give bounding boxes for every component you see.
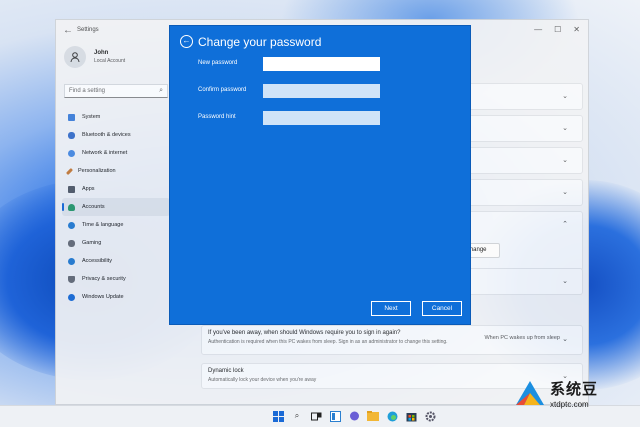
sidebar-item-label: Gaming bbox=[82, 240, 102, 246]
sidebar-item-label: System bbox=[82, 114, 101, 120]
gamepad-icon bbox=[68, 239, 75, 247]
password-hint-label: Password hint bbox=[198, 114, 236, 120]
chevron-down-icon: ⌄ bbox=[562, 93, 568, 100]
signin-requirement-select[interactable]: When PC wakes up from sleep bbox=[484, 335, 560, 341]
watermark-url: xtdptc.com bbox=[550, 399, 589, 409]
sidebar-item-time-language[interactable]: Time & language bbox=[62, 216, 170, 234]
edge-browser-icon[interactable] bbox=[386, 410, 398, 422]
watermark-name: 系统豆 bbox=[550, 380, 599, 398]
new-password-input[interactable] bbox=[263, 57, 380, 71]
minimize-button[interactable]: — bbox=[534, 25, 542, 34]
search-placeholder: Find a setting bbox=[69, 88, 106, 94]
sidebar-item-personalization[interactable]: Personalization bbox=[62, 162, 170, 180]
windows-start-icon[interactable] bbox=[272, 410, 284, 422]
watermark: 系统豆 xtdptc.com bbox=[512, 377, 598, 409]
next-button[interactable]: Next bbox=[371, 301, 411, 316]
sidebar-item-label: Bluetooth & devices bbox=[82, 132, 131, 138]
chevron-up-icon: ⌃ bbox=[562, 221, 568, 228]
sidebar-item-label: Network & internet bbox=[82, 150, 128, 156]
sidebar-item-label: Personalization bbox=[78, 168, 116, 174]
update-icon bbox=[68, 293, 75, 301]
accessibility-icon bbox=[68, 257, 75, 265]
sidebar-nav: System Bluetooth & devices Network & int… bbox=[62, 108, 170, 306]
chevron-down-icon: ⌄ bbox=[562, 278, 568, 285]
sidebar-item-label: Apps bbox=[82, 186, 95, 192]
user-profile: John Local Account bbox=[64, 46, 125, 68]
user-name: John bbox=[94, 50, 109, 56]
chevron-down-icon: ⌄ bbox=[562, 157, 568, 164]
sidebar-item-accessibility[interactable]: Accessibility bbox=[62, 252, 170, 270]
search-input[interactable]: Find a setting ⌕ bbox=[64, 84, 168, 98]
widgets-icon[interactable] bbox=[329, 410, 341, 422]
sidebar-item-label: Windows Update bbox=[82, 294, 124, 300]
chat-icon[interactable] bbox=[348, 410, 360, 422]
sidebar-item-system[interactable]: System bbox=[62, 108, 170, 126]
sidebar-item-network[interactable]: Network & internet bbox=[62, 144, 170, 162]
search-icon: ⌕ bbox=[159, 87, 163, 94]
file-explorer-icon[interactable] bbox=[367, 410, 379, 422]
bluetooth-icon bbox=[68, 131, 75, 139]
sidebar-item-label: Privacy & security bbox=[82, 276, 126, 282]
brush-icon bbox=[65, 167, 74, 175]
dialog-title: Change your password bbox=[198, 35, 322, 49]
window-title: Settings bbox=[77, 27, 99, 33]
password-hint-input[interactable] bbox=[263, 111, 380, 125]
close-button[interactable]: ✕ bbox=[573, 25, 580, 34]
sidebar-item-label: Time & language bbox=[82, 222, 124, 228]
new-password-label: New password bbox=[198, 60, 238, 66]
signin-requirement-desc: Authentication is required when this PC … bbox=[208, 339, 448, 345]
change-password-dialog: ← Change your password New password Conf… bbox=[169, 25, 471, 325]
system-icon bbox=[68, 113, 75, 121]
back-arrow-icon[interactable]: ← bbox=[63, 25, 73, 36]
dynamic-lock-desc: Automatically lock your device when you'… bbox=[208, 377, 317, 383]
signin-requirement-title: If you've been away, when should Windows… bbox=[208, 330, 401, 336]
search-icon[interactable]: ⌕ bbox=[291, 410, 303, 422]
confirm-password-row: Confirm password bbox=[198, 84, 448, 98]
user-account-type: Local Account bbox=[94, 58, 126, 64]
sidebar-item-label: Accounts bbox=[82, 204, 105, 210]
taskbar-icons: ⌕ bbox=[272, 410, 436, 422]
watermark-logo-icon bbox=[512, 377, 548, 409]
chevron-down-icon: ⌄ bbox=[562, 189, 568, 196]
globe-icon bbox=[68, 221, 75, 229]
person-icon bbox=[68, 203, 75, 211]
sidebar-item-bluetooth[interactable]: Bluetooth & devices bbox=[62, 126, 170, 144]
sidebar-item-accounts[interactable]: Accounts bbox=[62, 198, 170, 216]
settings-gear-icon[interactable] bbox=[424, 410, 436, 422]
store-icon[interactable] bbox=[405, 410, 417, 422]
sidebar-item-label: Accessibility bbox=[82, 258, 112, 264]
cancel-button[interactable]: Cancel bbox=[422, 301, 462, 316]
sidebar-item-windows-update[interactable]: Windows Update bbox=[62, 288, 170, 306]
window-controls: — ☐ ✕ bbox=[534, 25, 580, 34]
network-icon bbox=[68, 149, 75, 157]
maximize-button[interactable]: ☐ bbox=[554, 25, 561, 34]
sidebar-item-apps[interactable]: Apps bbox=[62, 180, 170, 198]
task-view-icon[interactable] bbox=[310, 410, 322, 422]
new-password-row: New password bbox=[198, 57, 448, 71]
sidebar-item-privacy[interactable]: Privacy & security bbox=[62, 270, 170, 288]
confirm-password-label: Confirm password bbox=[198, 87, 247, 93]
back-arrow-icon[interactable]: ← bbox=[180, 35, 193, 48]
chevron-down-icon: ⌄ bbox=[562, 336, 568, 343]
apps-icon bbox=[68, 185, 75, 193]
shield-icon bbox=[68, 275, 75, 283]
avatar-icon bbox=[64, 46, 86, 68]
confirm-password-input[interactable] bbox=[263, 84, 380, 98]
sidebar-item-gaming[interactable]: Gaming bbox=[62, 234, 170, 252]
signin-requirement-card: If you've been away, when should Windows… bbox=[201, 325, 583, 355]
chevron-down-icon: ⌄ bbox=[562, 125, 568, 132]
dynamic-lock-title: Dynamic lock bbox=[208, 368, 244, 374]
password-hint-row: Password hint bbox=[198, 111, 448, 125]
